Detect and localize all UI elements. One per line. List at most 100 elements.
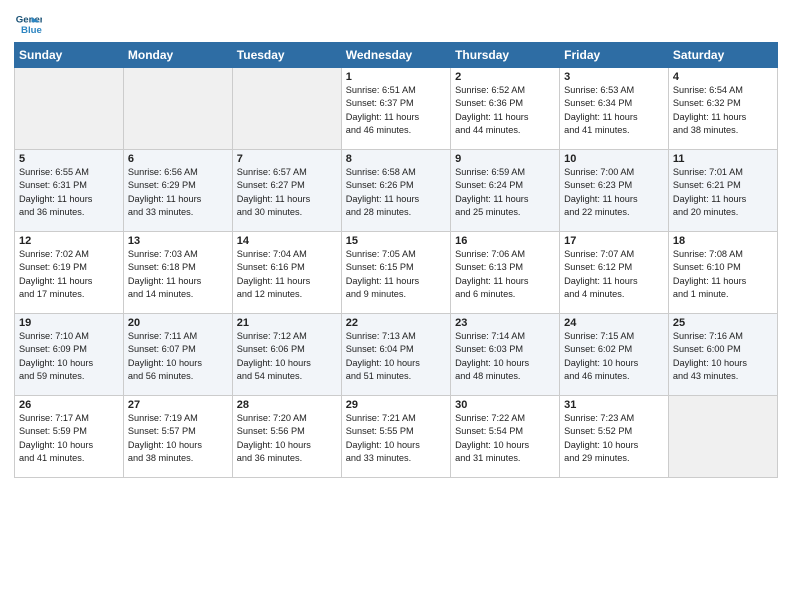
calendar-cell: 19Sunrise: 7:10 AM Sunset: 6:09 PM Dayli… [15, 314, 124, 396]
day-info: Sunrise: 7:00 AM Sunset: 6:23 PM Dayligh… [564, 166, 664, 219]
calendar-cell: 30Sunrise: 7:22 AM Sunset: 5:54 PM Dayli… [451, 396, 560, 478]
day-info: Sunrise: 7:23 AM Sunset: 5:52 PM Dayligh… [564, 412, 664, 465]
day-of-week-header: Monday [123, 43, 232, 68]
calendar-cell: 26Sunrise: 7:17 AM Sunset: 5:59 PM Dayli… [15, 396, 124, 478]
day-of-week-header: Wednesday [341, 43, 450, 68]
day-number: 1 [346, 71, 446, 83]
calendar-cell: 4Sunrise: 6:54 AM Sunset: 6:32 PM Daylig… [668, 68, 777, 150]
calendar-week-row: 12Sunrise: 7:02 AM Sunset: 6:19 PM Dayli… [15, 232, 778, 314]
calendar-cell: 7Sunrise: 6:57 AM Sunset: 6:27 PM Daylig… [232, 150, 341, 232]
day-info: Sunrise: 7:04 AM Sunset: 6:16 PM Dayligh… [237, 248, 337, 301]
day-info: Sunrise: 7:17 AM Sunset: 5:59 PM Dayligh… [19, 412, 119, 465]
day-number: 25 [673, 317, 773, 329]
header: General Blue [14, 10, 778, 38]
svg-text:General: General [16, 14, 42, 25]
day-number: 12 [19, 235, 119, 247]
day-info: Sunrise: 6:52 AM Sunset: 6:36 PM Dayligh… [455, 84, 555, 137]
calendar-cell: 3Sunrise: 6:53 AM Sunset: 6:34 PM Daylig… [560, 68, 669, 150]
calendar-week-row: 5Sunrise: 6:55 AM Sunset: 6:31 PM Daylig… [15, 150, 778, 232]
day-info: Sunrise: 7:05 AM Sunset: 6:15 PM Dayligh… [346, 248, 446, 301]
calendar-cell: 20Sunrise: 7:11 AM Sunset: 6:07 PM Dayli… [123, 314, 232, 396]
calendar-cell: 12Sunrise: 7:02 AM Sunset: 6:19 PM Dayli… [15, 232, 124, 314]
calendar-cell: 5Sunrise: 6:55 AM Sunset: 6:31 PM Daylig… [15, 150, 124, 232]
day-info: Sunrise: 7:11 AM Sunset: 6:07 PM Dayligh… [128, 330, 228, 383]
day-info: Sunrise: 7:22 AM Sunset: 5:54 PM Dayligh… [455, 412, 555, 465]
calendar-table: SundayMondayTuesdayWednesdayThursdayFrid… [14, 42, 778, 478]
day-number: 27 [128, 399, 228, 411]
day-number: 26 [19, 399, 119, 411]
day-number: 24 [564, 317, 664, 329]
day-number: 5 [19, 153, 119, 165]
calendar-cell: 24Sunrise: 7:15 AM Sunset: 6:02 PM Dayli… [560, 314, 669, 396]
day-number: 8 [346, 153, 446, 165]
day-info: Sunrise: 7:03 AM Sunset: 6:18 PM Dayligh… [128, 248, 228, 301]
day-number: 17 [564, 235, 664, 247]
day-info: Sunrise: 7:14 AM Sunset: 6:03 PM Dayligh… [455, 330, 555, 383]
calendar-cell [15, 68, 124, 150]
calendar-cell [232, 68, 341, 150]
day-of-week-header: Sunday [15, 43, 124, 68]
calendar-cell: 18Sunrise: 7:08 AM Sunset: 6:10 PM Dayli… [668, 232, 777, 314]
day-number: 19 [19, 317, 119, 329]
calendar-cell: 2Sunrise: 6:52 AM Sunset: 6:36 PM Daylig… [451, 68, 560, 150]
day-of-week-header: Tuesday [232, 43, 341, 68]
logo-icon: General Blue [14, 10, 42, 38]
svg-text:Blue: Blue [21, 25, 42, 36]
day-number: 31 [564, 399, 664, 411]
calendar-cell: 31Sunrise: 7:23 AM Sunset: 5:52 PM Dayli… [560, 396, 669, 478]
day-number: 14 [237, 235, 337, 247]
calendar-cell [123, 68, 232, 150]
calendar-cell: 1Sunrise: 6:51 AM Sunset: 6:37 PM Daylig… [341, 68, 450, 150]
day-number: 22 [346, 317, 446, 329]
day-number: 7 [237, 153, 337, 165]
calendar-cell: 28Sunrise: 7:20 AM Sunset: 5:56 PM Dayli… [232, 396, 341, 478]
calendar-header-row: SundayMondayTuesdayWednesdayThursdayFrid… [15, 43, 778, 68]
calendar-cell: 23Sunrise: 7:14 AM Sunset: 6:03 PM Dayli… [451, 314, 560, 396]
day-info: Sunrise: 7:07 AM Sunset: 6:12 PM Dayligh… [564, 248, 664, 301]
calendar-cell: 16Sunrise: 7:06 AM Sunset: 6:13 PM Dayli… [451, 232, 560, 314]
day-info: Sunrise: 7:15 AM Sunset: 6:02 PM Dayligh… [564, 330, 664, 383]
day-number: 28 [237, 399, 337, 411]
calendar-week-row: 1Sunrise: 6:51 AM Sunset: 6:37 PM Daylig… [15, 68, 778, 150]
day-info: Sunrise: 7:21 AM Sunset: 5:55 PM Dayligh… [346, 412, 446, 465]
calendar-cell: 10Sunrise: 7:00 AM Sunset: 6:23 PM Dayli… [560, 150, 669, 232]
day-info: Sunrise: 7:13 AM Sunset: 6:04 PM Dayligh… [346, 330, 446, 383]
day-of-week-header: Friday [560, 43, 669, 68]
day-info: Sunrise: 6:53 AM Sunset: 6:34 PM Dayligh… [564, 84, 664, 137]
day-info: Sunrise: 7:12 AM Sunset: 6:06 PM Dayligh… [237, 330, 337, 383]
day-number: 23 [455, 317, 555, 329]
day-info: Sunrise: 7:06 AM Sunset: 6:13 PM Dayligh… [455, 248, 555, 301]
calendar-cell: 27Sunrise: 7:19 AM Sunset: 5:57 PM Dayli… [123, 396, 232, 478]
calendar-cell: 21Sunrise: 7:12 AM Sunset: 6:06 PM Dayli… [232, 314, 341, 396]
day-info: Sunrise: 7:16 AM Sunset: 6:00 PM Dayligh… [673, 330, 773, 383]
day-number: 16 [455, 235, 555, 247]
day-info: Sunrise: 7:20 AM Sunset: 5:56 PM Dayligh… [237, 412, 337, 465]
day-number: 9 [455, 153, 555, 165]
calendar-cell: 8Sunrise: 6:58 AM Sunset: 6:26 PM Daylig… [341, 150, 450, 232]
calendar-cell: 29Sunrise: 7:21 AM Sunset: 5:55 PM Dayli… [341, 396, 450, 478]
calendar-cell: 9Sunrise: 6:59 AM Sunset: 6:24 PM Daylig… [451, 150, 560, 232]
calendar-cell: 13Sunrise: 7:03 AM Sunset: 6:18 PM Dayli… [123, 232, 232, 314]
page-container: General Blue SundayMondayTuesdayWednesda… [0, 0, 792, 486]
day-number: 30 [455, 399, 555, 411]
day-number: 4 [673, 71, 773, 83]
day-info: Sunrise: 6:58 AM Sunset: 6:26 PM Dayligh… [346, 166, 446, 219]
day-number: 3 [564, 71, 664, 83]
day-number: 15 [346, 235, 446, 247]
calendar-week-row: 26Sunrise: 7:17 AM Sunset: 5:59 PM Dayli… [15, 396, 778, 478]
calendar-cell: 6Sunrise: 6:56 AM Sunset: 6:29 PM Daylig… [123, 150, 232, 232]
day-number: 6 [128, 153, 228, 165]
day-number: 10 [564, 153, 664, 165]
calendar-week-row: 19Sunrise: 7:10 AM Sunset: 6:09 PM Dayli… [15, 314, 778, 396]
day-of-week-header: Thursday [451, 43, 560, 68]
calendar-cell [668, 396, 777, 478]
calendar-cell: 14Sunrise: 7:04 AM Sunset: 6:16 PM Dayli… [232, 232, 341, 314]
day-info: Sunrise: 6:57 AM Sunset: 6:27 PM Dayligh… [237, 166, 337, 219]
day-number: 20 [128, 317, 228, 329]
day-number: 11 [673, 153, 773, 165]
day-info: Sunrise: 6:56 AM Sunset: 6:29 PM Dayligh… [128, 166, 228, 219]
day-info: Sunrise: 7:01 AM Sunset: 6:21 PM Dayligh… [673, 166, 773, 219]
day-info: Sunrise: 7:02 AM Sunset: 6:19 PM Dayligh… [19, 248, 119, 301]
calendar-cell: 25Sunrise: 7:16 AM Sunset: 6:00 PM Dayli… [668, 314, 777, 396]
day-of-week-header: Saturday [668, 43, 777, 68]
